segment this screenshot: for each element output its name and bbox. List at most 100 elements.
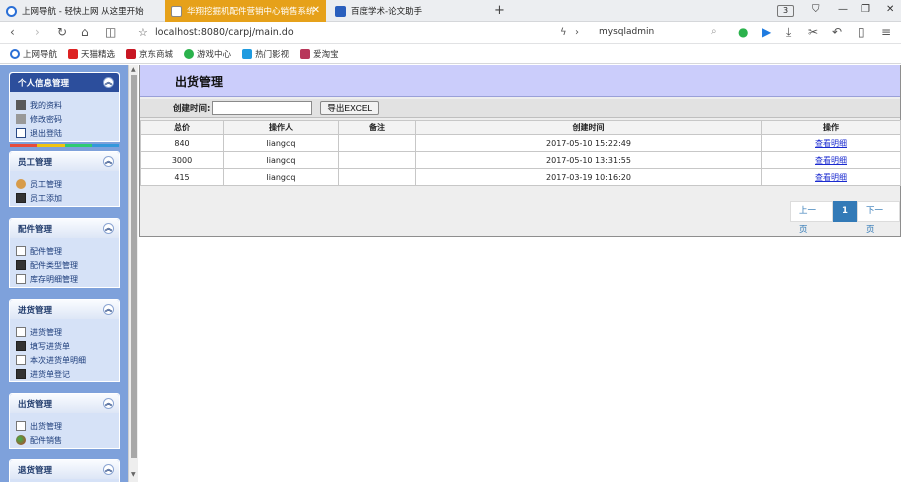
sidebar-item-shipment-manage[interactable]: 出货管理 [16, 419, 119, 433]
tab-count-badge[interactable]: 3 [777, 5, 794, 17]
floppy-icon [16, 193, 26, 203]
panel-header[interactable]: 个人信息管理 ︽ [10, 73, 119, 92]
column-header[interactable]: 操作人 [223, 120, 339, 135]
panel-header[interactable]: 配件管理 ︽ [10, 219, 119, 238]
floppy-icon [16, 369, 26, 379]
tab-baidu-scholar[interactable]: 百度学术-论文助手 [329, 0, 491, 22]
sidebar-item-purchase-register[interactable]: 进货单登记 [16, 367, 119, 381]
chevron-right-icon[interactable]: › [575, 26, 579, 39]
scissors-icon[interactable]: ✂ [808, 26, 818, 39]
panel-header[interactable]: 退货管理 ︽ [10, 460, 119, 479]
panel-title: 配件管理 [18, 224, 53, 235]
sidebar-item-parts-manage[interactable]: 配件管理 [16, 244, 119, 258]
undo-icon[interactable]: ↶ [832, 26, 842, 39]
tab-title: 华翔挖掘机配件营销中心销售系统 [187, 7, 315, 17]
gamepad-icon [184, 49, 195, 59]
view-detail-link[interactable]: 查看明细 [815, 156, 847, 165]
collapse-icon[interactable]: ︽ [103, 398, 114, 409]
clipboard-icon[interactable]: ▯ [858, 26, 865, 39]
home-icon[interactable]: ⌂ [81, 26, 89, 39]
cell-remark [338, 134, 416, 152]
sidebar-item-purchase-manage[interactable]: 进货管理 [16, 325, 119, 339]
prev-page-button[interactable]: 上一页 [790, 201, 834, 235]
panel-header[interactable]: 进货管理 ︽ [10, 300, 119, 319]
bookmark-item[interactable]: 游戏中心 [184, 48, 231, 60]
bookmark-item[interactable]: 爱淘宝 [300, 48, 339, 60]
cell-total: 3000 [140, 151, 224, 169]
tab-sales-system[interactable]: 华翔挖掘机配件营销中心销售系统 ✕ [165, 0, 326, 22]
restore-icon[interactable]: ❐ [861, 4, 870, 15]
profile-icon [16, 100, 26, 110]
scroll-down-icon[interactable]: ▼ [131, 471, 136, 478]
minimize-icon[interactable]: — [838, 4, 848, 15]
play-icon[interactable]: ▶ [762, 26, 771, 39]
bookmark-item[interactable]: 上网导航 [10, 48, 57, 60]
page-1-button[interactable]: 1 [833, 201, 857, 222]
reload-icon[interactable]: ↻ [57, 26, 67, 39]
tab-title: 百度学术-论文助手 [351, 7, 423, 17]
sidebar-item-parts-type[interactable]: 配件类型管理 [16, 258, 119, 272]
sidebar-item-employee-add[interactable]: 员工添加 [16, 191, 119, 205]
bookmark-label: 爱淘宝 [313, 50, 339, 60]
back-icon[interactable]: ‹ [10, 26, 15, 39]
sidebar-item-label: 库存明细管理 [30, 274, 78, 284]
shipment-table: 总价 操作人 备注 创建时间 操作 840 liangcq 2017-05-10… [140, 120, 901, 186]
sidebar-item-inventory[interactable]: 库存明细管理 [16, 272, 119, 286]
browser-tab-strip: 上网导航 - 轻快上网 从这里开始 华翔挖掘机配件营销中心销售系统 ✕ 百度学术… [0, 0, 901, 22]
view-detail-link[interactable]: 查看明细 [815, 139, 847, 148]
download-icon[interactable]: ⤓ [786, 26, 791, 39]
address-toolbar: ‹ › ↻ ⌂ ◫ ☆ localhost:8080/carpj/main.do… [0, 22, 901, 44]
sidebar-scrollbar[interactable]: ▲ ▼ [128, 65, 138, 482]
wechat-icon[interactable]: ● [738, 26, 748, 39]
panel-header[interactable]: 出货管理 ︽ [10, 394, 119, 413]
sidebar: 个人信息管理 ︽ 我的资料 修改密码 退出登陆 员工管理 ︽ 员工管理 员工添加… [0, 65, 128, 482]
close-tab-icon[interactable]: ✕ [312, 5, 320, 16]
star-icon[interactable]: ☆ [138, 26, 148, 39]
created-time-input[interactable] [212, 101, 313, 115]
shirt-icon[interactable]: ⛉ [812, 4, 820, 15]
scroll-up-icon[interactable]: ▲ [131, 66, 136, 73]
collapse-icon[interactable]: ︽ [103, 304, 114, 315]
collapse-icon[interactable]: ︽ [103, 156, 114, 167]
sidebar-item-label: 配件销售 [30, 435, 62, 445]
bookmark-label: 热门影视 [255, 50, 290, 60]
sidebar-item-fill-purchase[interactable]: 填写进货单 [16, 339, 119, 353]
next-page-button[interactable]: 下一页 [856, 201, 900, 235]
collapse-icon[interactable]: ︽ [103, 464, 114, 475]
sidebar-item-my-profile[interactable]: 我的资料 [16, 98, 119, 112]
panel-header[interactable]: 员工管理 ︽ [10, 152, 119, 171]
column-header[interactable]: 操作 [761, 120, 901, 135]
reader-icon[interactable]: ◫ [105, 26, 116, 39]
sidebar-item-purchase-detail[interactable]: 本次进货单明细 [16, 353, 119, 367]
sidebar-item-employee-manage[interactable]: 员工管理 [16, 177, 119, 191]
collapse-icon[interactable]: ︽ [103, 223, 114, 234]
column-header[interactable]: 总价 [140, 120, 224, 135]
forward-icon[interactable]: › [35, 26, 40, 39]
panel-title: 个人信息管理 [18, 78, 70, 89]
bookmark-item[interactable]: 热门影视 [242, 48, 289, 60]
sidebar-item-logout[interactable]: 退出登陆 [16, 126, 119, 140]
document-icon [16, 421, 26, 431]
view-detail-link[interactable]: 查看明细 [815, 173, 847, 182]
column-header[interactable]: 创建时间 [415, 120, 762, 135]
pagination: 上一页 1 下一页 [790, 201, 900, 235]
collapse-icon[interactable]: ︽ [103, 77, 114, 88]
export-excel-button[interactable]: 导出EXCEL [320, 101, 380, 115]
sidebar-item-change-password[interactable]: 修改密码 [16, 112, 119, 126]
new-tab-button[interactable]: + [494, 3, 505, 18]
scrollbar-thumb[interactable] [131, 75, 137, 458]
floppy-icon [16, 341, 26, 351]
url-input[interactable]: localhost:8080/carpj/main.do [155, 27, 294, 38]
lightning-icon[interactable]: ϟ [560, 26, 567, 39]
sidebar-item-label: 进货管理 [30, 327, 62, 337]
close-window-icon[interactable]: ✕ [886, 4, 894, 15]
search-input[interactable]: mysqladmin [599, 27, 654, 37]
sidebar-item-label: 进货单登记 [30, 369, 70, 379]
search-icon[interactable]: ⌕ [711, 26, 717, 37]
bookmark-item[interactable]: 天猫精选 [68, 48, 115, 60]
sidebar-item-parts-sales[interactable]: 配件销售 [16, 433, 119, 447]
column-header[interactable]: 备注 [338, 120, 416, 135]
bookmark-item[interactable]: 京东商城 [126, 48, 173, 60]
tab-nav-home[interactable]: 上网导航 - 轻快上网 从这里开始 [0, 0, 162, 22]
menu-icon[interactable]: ≡ [881, 26, 891, 39]
